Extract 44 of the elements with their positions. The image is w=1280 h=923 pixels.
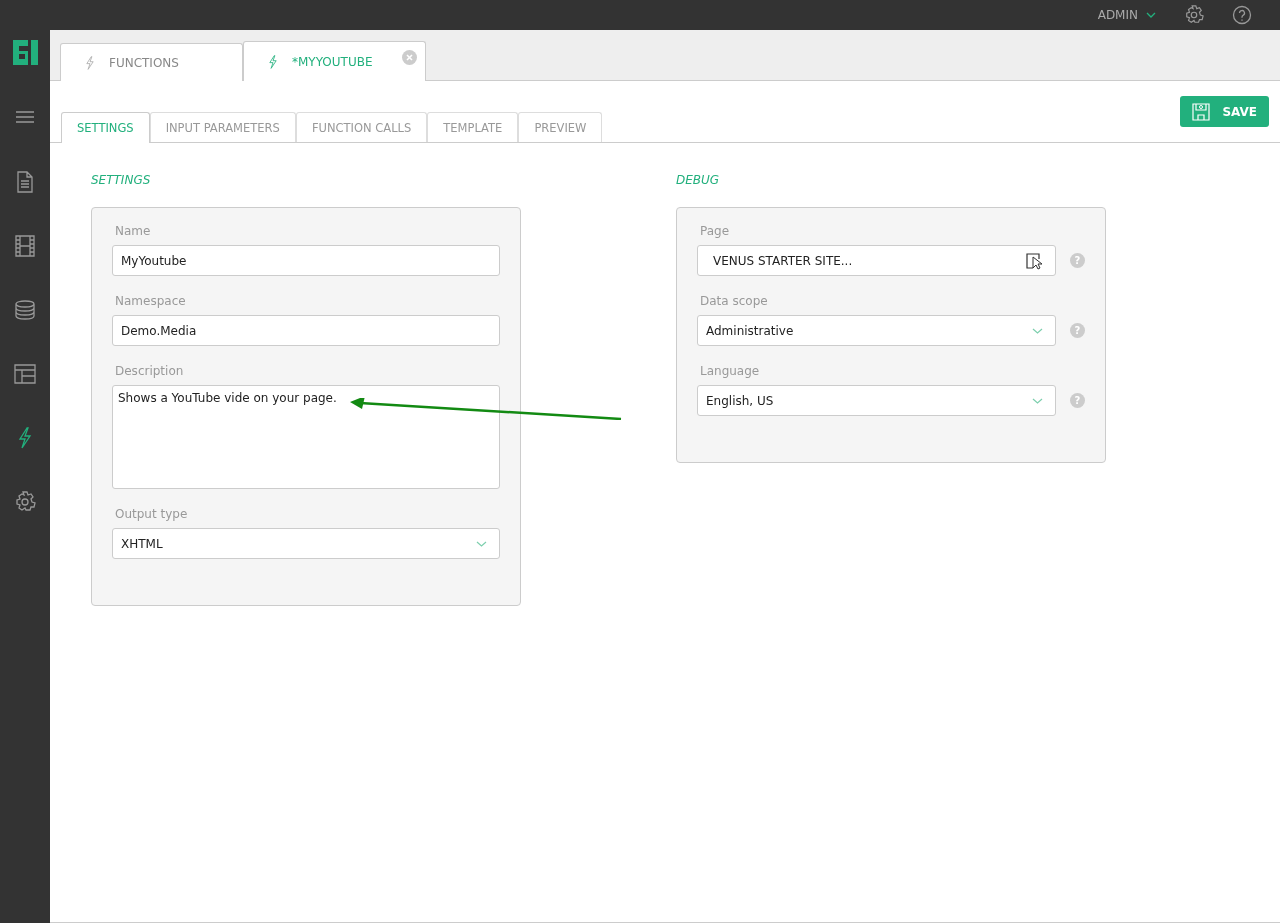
section-title: SETTINGS <box>91 173 152 187</box>
field-label: Description <box>115 364 185 378</box>
settings-nav-item[interactable] <box>14 491 36 513</box>
text-field[interactable]: Demo.Media <box>112 315 500 346</box>
floppy-disk-icon <box>1192 102 1211 121</box>
logo-icon[interactable] <box>12 40 38 65</box>
field-label: Output type <box>115 507 189 521</box>
save-button[interactable]: SAVE <box>1180 96 1269 127</box>
document-tab[interactable]: FUNCTIONS <box>60 43 243 81</box>
chevron-down-icon <box>1146 12 1156 18</box>
section-title: DEBUG <box>676 173 721 187</box>
chevron-down-icon <box>1032 397 1043 404</box>
media-nav-item[interactable] <box>14 235 36 257</box>
dropdown-field[interactable]: Administrative <box>697 315 1056 346</box>
pointer-icon[interactable] <box>1025 251 1043 270</box>
data-nav-item[interactable] <box>14 299 36 321</box>
page-picker-field[interactable]: VENUS STARTER SITE... <box>697 245 1056 276</box>
text-field[interactable]: MyYoutube <box>112 245 500 276</box>
view-tab[interactable]: TEMPLATE <box>427 112 519 142</box>
settings-icon[interactable] <box>1184 5 1204 25</box>
help-badge[interactable]: ? <box>1070 323 1085 338</box>
view-tab[interactable]: PREVIEW <box>518 112 603 142</box>
tab-label: *MYYOUTUBE <box>292 54 373 69</box>
help-badge[interactable]: ? <box>1070 253 1085 268</box>
view-tab[interactable]: INPUT PARAMETERS <box>149 112 296 142</box>
field-label: Language <box>700 364 761 378</box>
description-field[interactable]: Shows a YouTube vide on your page. <box>112 385 500 489</box>
layout-nav-item[interactable] <box>14 363 36 385</box>
dropdown-field[interactable]: XHTML <box>112 528 500 559</box>
field-label: Name <box>115 224 152 238</box>
chevron-down-icon <box>1032 327 1043 334</box>
help-badge[interactable]: ? <box>1070 393 1085 408</box>
user-menu[interactable]: ADMIN <box>1097 8 1156 22</box>
chevron-down-icon <box>476 540 487 547</box>
page-nav-item[interactable] <box>14 171 36 193</box>
tab-label: FUNCTIONS <box>109 55 179 70</box>
field-label: Namespace <box>115 294 187 308</box>
field-label: Page <box>700 224 731 238</box>
view-tab[interactable]: FUNCTION CALLS <box>295 112 428 142</box>
dropdown-field[interactable]: English, US <box>697 385 1056 416</box>
document-tab[interactable]: *MYYOUTUBE <box>243 41 426 81</box>
help-icon[interactable] <box>1232 5 1252 25</box>
view-tab[interactable]: SETTINGS <box>61 112 150 143</box>
field-label: Data scope <box>700 294 769 308</box>
